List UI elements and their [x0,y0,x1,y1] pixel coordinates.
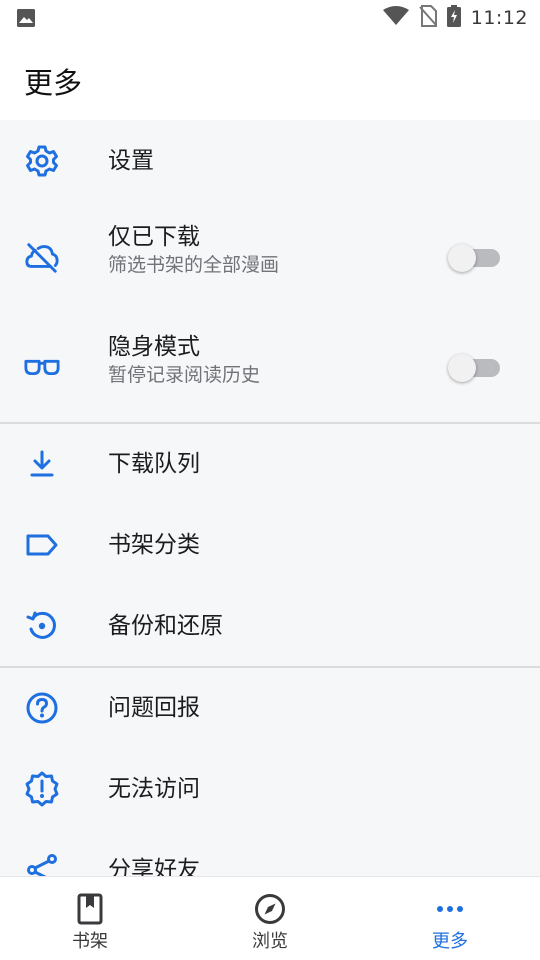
tab-more[interactable]: 更多 [360,877,540,960]
menu-item-downloaded-only[interactable]: 仅已下载 筛选书架的全部漫画 [0,202,540,312]
toggle-thumb [448,354,476,382]
more-dots-icon [432,891,468,927]
cloud-off-icon [24,239,60,275]
tab-library[interactable]: 书架 [0,877,180,960]
menu-item-label: 问题回报 [108,695,200,721]
tab-label: 书架 [72,931,108,952]
share-icon [24,852,60,876]
wifi-icon [382,6,409,30]
menu-item-label: 书架分类 [108,532,200,558]
no-sim-icon [418,5,437,31]
status-time: 11:12 [470,7,528,29]
menu-item-label: 无法访问 [108,776,200,802]
label-icon [24,527,60,563]
bookmark-book-icon [72,891,108,927]
tab-label: 浏览 [252,931,288,952]
menu-item-categories[interactable]: 书架分类 [0,504,540,586]
toggle-thumb [448,244,476,272]
menu-item-feedback[interactable]: 问题回报 [0,668,540,748]
menu-item-label: 隐身模式 [108,334,200,360]
compass-icon [252,891,288,927]
restore-icon [24,608,60,644]
menu-item-no-access[interactable]: 无法访问 [0,748,540,830]
more-menu-list[interactable]: 设置 仅已下载 筛选书架的全部漫画 隐身模式 暂停记录阅读历史 下载队列 书架分… [0,120,540,876]
menu-item-backup[interactable]: 备份和还原 [0,586,540,666]
alert-badge-icon [24,771,60,807]
gear-icon [24,143,60,179]
tab-label: 更多 [432,931,468,952]
menu-item-share[interactable]: 分享好友 [0,830,540,876]
menu-item-label: 仅已下载 [108,224,200,250]
menu-item-incognito[interactable]: 隐身模式 暂停记录阅读历史 [0,312,540,422]
menu-item-label: 备份和还原 [108,613,223,639]
page-title: 更多 [24,66,83,100]
incognito-toggle[interactable] [448,352,502,382]
downloaded-only-toggle[interactable] [448,242,502,272]
help-icon [24,690,60,726]
tab-browse[interactable]: 浏览 [180,877,360,960]
image-icon [16,8,36,28]
bottom-navigation: 书架 浏览 更多 [0,876,540,960]
battery-charging-icon [446,5,461,31]
menu-item-label: 设置 [108,148,154,174]
menu-item-download-queue[interactable]: 下载队列 [0,424,540,504]
menu-item-label: 分享好友 [108,857,200,876]
menu-item-label: 下载队列 [108,451,200,477]
menu-item-description: 暂停记录阅读历史 [108,364,261,386]
menu-item-settings[interactable]: 设置 [0,120,540,202]
status-bar: 11:12 [0,0,540,36]
download-icon [24,446,60,482]
glasses-icon [24,349,60,385]
app-bar: 更多 [0,36,540,120]
menu-item-description: 筛选书架的全部漫画 [108,254,280,276]
